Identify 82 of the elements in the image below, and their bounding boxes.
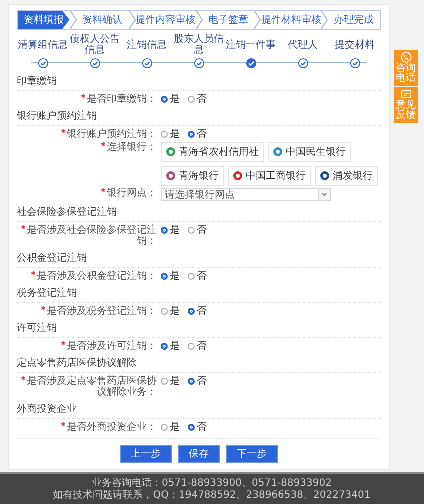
step-tab[interactable]: 提件内容审核 [136,11,196,29]
phone-icon [400,52,412,63]
radio-button[interactable] [188,96,195,103]
substep-label[interactable]: 提交材料 [335,34,375,56]
select-field[interactable]: 请选择银行网点 [161,188,331,201]
radio-button[interactable] [188,308,195,315]
radio-label[interactable]: 是 [170,94,180,105]
bank-option[interactable]: 中国民生银行 [268,142,351,162]
bank-option[interactable]: 青海省农村信用社 [161,142,264,162]
section-title: 印章缴销 [17,71,381,91]
field-label: 是否涉及公积金登记注销： [37,271,157,282]
step-tab[interactable]: 办理完成 [328,11,380,29]
field-label: 是否印章缴销： [87,94,157,105]
field-label: 银行网点： [107,188,157,199]
step-tab[interactable]: 提件材料审核 [261,11,322,29]
field-label: 选择银行： [107,142,157,153]
radio-label[interactable]: 是 [170,225,180,236]
substep-label[interactable]: 债权人公告信息 [69,34,121,56]
radio-label[interactable]: 是 [170,422,180,433]
section-title: 社会保险参保登记注销 [17,202,381,222]
radio-button[interactable] [161,424,168,431]
field-label: 是否涉及社会保险参保登记注销： [27,225,157,247]
step-tab[interactable]: 资料填报 [18,11,70,29]
radio-button[interactable] [188,131,195,138]
footer-text: 如有技术问题请联系，QQ：194788592、238966538、202273401 [53,490,371,500]
field-label: 是否涉及税务登记注销： [47,306,157,317]
radio-button[interactable] [188,424,195,431]
radio-button[interactable] [188,378,195,385]
field-label: 是否外商投资企业： [67,422,157,433]
field-label: 是否涉及定点零售药店医保协议解除业务： [27,376,157,398]
radio-label[interactable]: 否 [197,271,207,282]
section-title: 定点零售药店医保协议解除 [17,353,381,373]
step-button[interactable]: 下一步 [226,445,278,463]
footer-text: 业务咨询电话：0571-88933900、0571-88933902 [92,478,332,488]
substep-label[interactable]: 代理人 [288,34,318,56]
bank-option[interactable]: 青海银行 [161,166,224,186]
step-button[interactable]: 保存 [178,445,220,463]
step-tab[interactable]: 资料确认 [76,11,128,29]
bank-option[interactable]: 浦发银行 [315,166,378,186]
radio-label[interactable]: 否 [197,94,207,105]
radio-button[interactable] [161,131,168,138]
substep-label[interactable]: 注销信息 [127,34,167,56]
radio-button[interactable] [161,343,168,350]
section-title: 许可注销 [17,318,381,338]
dropdown-icon[interactable] [318,189,330,200]
radio-button[interactable] [161,96,168,103]
radio-label[interactable]: 否 [197,376,207,387]
radio-button[interactable] [188,343,195,350]
radio-button[interactable] [161,227,168,234]
radio-button[interactable] [188,273,195,280]
chevron-icon [70,11,77,29]
radio-button[interactable] [161,273,168,280]
step-button[interactable]: 上一步 [120,445,172,463]
radio-label[interactable]: 否 [197,341,207,352]
field-label: 银行账户预约注销： [67,129,157,140]
field-label: 是否涉及许可注销： [67,341,157,352]
section-title: 公积金登记注销 [17,248,381,268]
radio-label[interactable]: 是 [170,271,180,282]
section-title: 银行账户预约注销 [17,106,381,126]
radio-label[interactable]: 是 [170,306,180,317]
radio-button[interactable] [161,308,168,315]
chevron-icon [321,11,328,29]
radio-label[interactable]: 是 [170,376,180,387]
step-tab[interactable]: 电子签章 [202,11,254,29]
radio-label[interactable]: 否 [197,225,207,236]
section-title: 税务登记注销 [17,283,381,303]
substep-label[interactable]: 股东人员信息 [173,34,225,56]
section-title: 外商投资企业 [17,399,381,419]
radio-label[interactable]: 是 [170,129,180,140]
substep-label[interactable]: 注销一件事 [226,34,276,56]
message-icon [400,89,412,100]
chevron-icon [254,11,262,29]
chevron-icon [128,11,136,29]
substep-label[interactable]: 清算组信息 [18,34,68,56]
radio-button[interactable] [161,378,168,385]
chevron-icon [196,11,202,29]
radio-label[interactable]: 否 [197,422,207,433]
radio-button[interactable] [188,227,195,234]
radio-label[interactable]: 否 [197,306,207,317]
bank-option[interactable]: 中国工商银行 [228,166,311,186]
radio-label[interactable]: 否 [197,129,207,140]
radio-label[interactable]: 是 [170,341,180,352]
